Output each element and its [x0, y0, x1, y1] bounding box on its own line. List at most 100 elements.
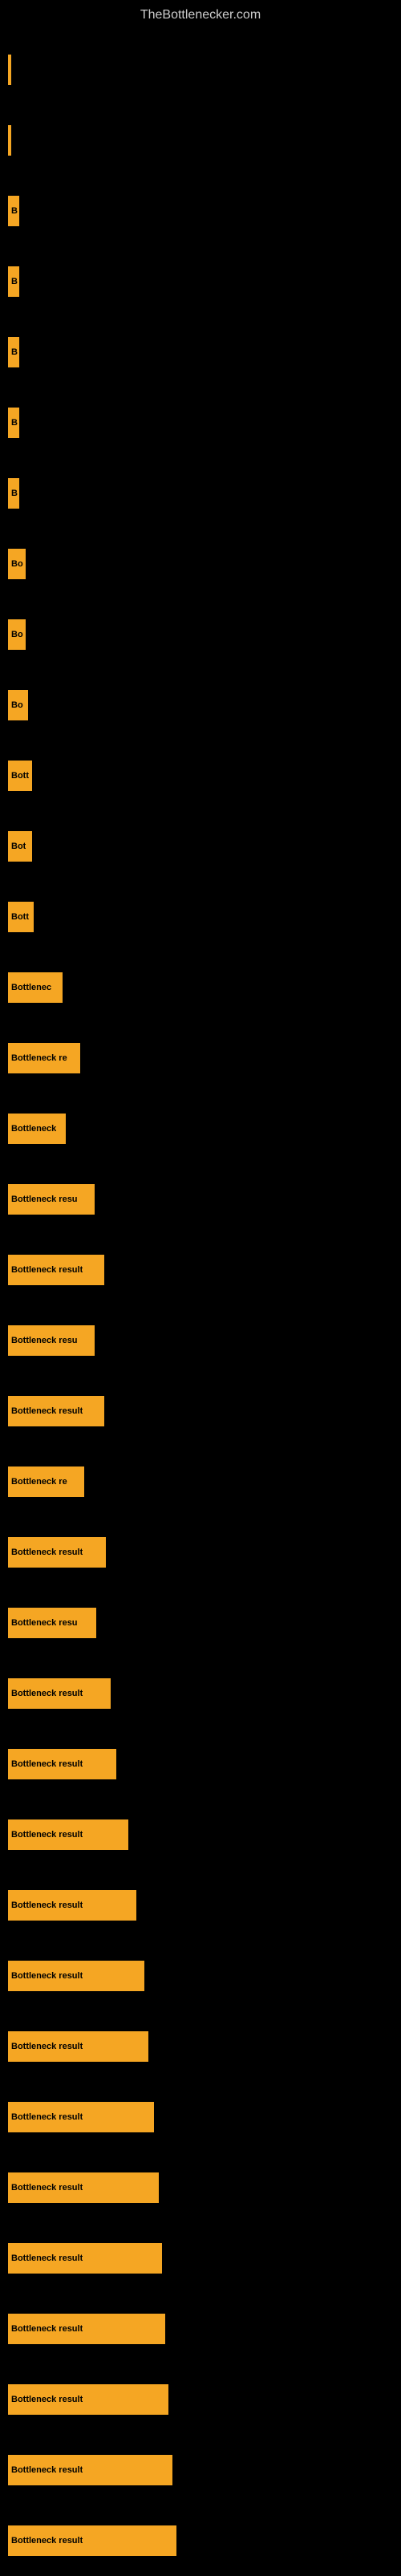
bar-label: Bottleneck result	[11, 2112, 83, 2122]
bar-label: Bo	[11, 700, 23, 710]
bar: Bottleneck result	[8, 2172, 159, 2203]
bar-label: Bottleneck result	[11, 2465, 83, 2475]
bar: B	[8, 337, 19, 367]
bar: Bottleneck result	[8, 1819, 128, 1850]
bar: B	[8, 408, 19, 438]
bar-label: Bottleneck result	[11, 1759, 83, 1769]
bar: Bottleneck result	[8, 2455, 172, 2485]
bar: Bottleneck result	[8, 1255, 104, 1285]
bar: Bottleneck result	[8, 2102, 154, 2132]
bar-label: Bottleneck result	[11, 2395, 83, 2404]
bar: Bottleneck resu	[8, 1325, 95, 1356]
bar-label: B	[11, 277, 18, 286]
bar-row: Bot	[8, 811, 401, 882]
bar	[8, 55, 11, 85]
bar-label: Bot	[11, 842, 26, 851]
bar-label: Bottleneck re	[11, 1053, 67, 1063]
bar-label: Bottleneck result	[11, 2253, 83, 2263]
bar-label: Bottleneck re	[11, 1477, 67, 1487]
bar-label: B	[11, 489, 18, 498]
bar-row: Bottleneck resu	[8, 1588, 401, 1658]
bar-label: Bo	[11, 559, 23, 569]
bar-row: Bottleneck result	[8, 1235, 401, 1305]
bar-label: Bottleneck resu	[11, 1336, 78, 1345]
bar: Bottleneck result	[8, 1749, 116, 1779]
bar-row: B	[8, 176, 401, 246]
bar: Bo	[8, 690, 28, 720]
bar-row: Bottleneck result	[8, 1941, 401, 2011]
bar: Bo	[8, 549, 26, 579]
bar: Bottleneck result	[8, 2243, 162, 2274]
bar-label: Bottlenec	[11, 983, 51, 992]
bar-row: Bottleneck result	[8, 1870, 401, 1941]
bar-label: Bottleneck result	[11, 2042, 83, 2051]
bar: Bo	[8, 619, 26, 650]
bar-row: Bottleneck result	[8, 1517, 401, 1588]
bar-row: B	[8, 246, 401, 317]
bar: Bottleneck resu	[8, 1608, 96, 1638]
bar-label: Bottleneck result	[11, 1830, 83, 1840]
bar-row: Bottleneck result	[8, 1729, 401, 1799]
bar: Bottlenec	[8, 972, 63, 1003]
bar-row: B	[8, 458, 401, 529]
bar-row: Bottleneck result	[8, 2223, 401, 2294]
bar: Bott	[8, 761, 32, 791]
bar-row: Bottleneck result	[8, 2435, 401, 2505]
bar: Bottleneck	[8, 1114, 66, 1144]
bar-label: B	[11, 347, 18, 357]
bar-row: Bottleneck result	[8, 2152, 401, 2223]
bar: Bottleneck result	[8, 2384, 168, 2415]
bar-row: Bottleneck re	[8, 1446, 401, 1517]
bar-row	[8, 34, 401, 105]
bar-label: Bott	[11, 771, 29, 781]
bar-label: Bottleneck resu	[11, 1618, 78, 1628]
bar-row: Bottleneck resu	[8, 1164, 401, 1235]
bar-label: B	[11, 418, 18, 428]
bar-row: B	[8, 317, 401, 387]
bar-row: Bottleneck re	[8, 1023, 401, 1093]
bars-container: B B B B B Bo Bo Bo Bott Bot Bott Bottlenec Bottlenec…	[0, 26, 401, 2576]
bar-row	[8, 105, 401, 176]
bar-label: Bo	[11, 630, 23, 639]
bar: Bottleneck result	[8, 2314, 165, 2344]
bar-row: Bottleneck result	[8, 1376, 401, 1446]
site-title: TheBottlenecker.com	[0, 0, 401, 26]
bar-row: Bottleneck result	[8, 1658, 401, 1729]
bar: Bot	[8, 831, 32, 862]
bar-label: Bottleneck result	[11, 1406, 83, 1416]
bar: Bottleneck result	[8, 1678, 111, 1709]
bar-row: Bottleneck resu	[8, 1305, 401, 1376]
bar-row: Bo	[8, 599, 401, 670]
bar: Bottleneck resu	[8, 1184, 95, 1215]
bar-label: Bottleneck result	[11, 2183, 83, 2193]
bar: B	[8, 478, 19, 509]
bar-row: Bott	[8, 882, 401, 952]
bar-label: Bott	[11, 912, 29, 922]
bar-label: Bottleneck result	[11, 1689, 83, 1698]
bar: Bottleneck result	[8, 1396, 104, 1426]
bar: B	[8, 196, 19, 226]
bar-label: B	[11, 206, 18, 216]
bar-row: Bottleneck	[8, 1093, 401, 1164]
bar: B	[8, 266, 19, 297]
bar-row: Bottleneck result	[8, 2505, 401, 2576]
bar-label: Bottleneck result	[11, 1901, 83, 1910]
bar: Bottleneck result	[8, 2525, 176, 2556]
bar: Bottleneck result	[8, 1537, 106, 1568]
bar: Bottleneck result	[8, 1890, 136, 1921]
bar: Bott	[8, 902, 34, 932]
bar-label: Bottleneck result	[11, 1265, 83, 1275]
bar-label: Bottleneck	[11, 1124, 56, 1134]
bar-row: Bo	[8, 529, 401, 599]
bar-label: Bottleneck result	[11, 2536, 83, 2546]
bar-row: Bott	[8, 740, 401, 811]
bar-label: Bottleneck result	[11, 1548, 83, 1557]
bar-row: Bottleneck result	[8, 2364, 401, 2435]
bar: Bottleneck result	[8, 2031, 148, 2062]
bar-row: Bottleneck result	[8, 2294, 401, 2364]
bar-row: Bottleneck result	[8, 1799, 401, 1870]
bar: Bottleneck re	[8, 1466, 84, 1497]
bar: Bottleneck re	[8, 1043, 80, 1073]
bar-label: Bottleneck resu	[11, 1195, 78, 1204]
bar	[8, 125, 11, 156]
